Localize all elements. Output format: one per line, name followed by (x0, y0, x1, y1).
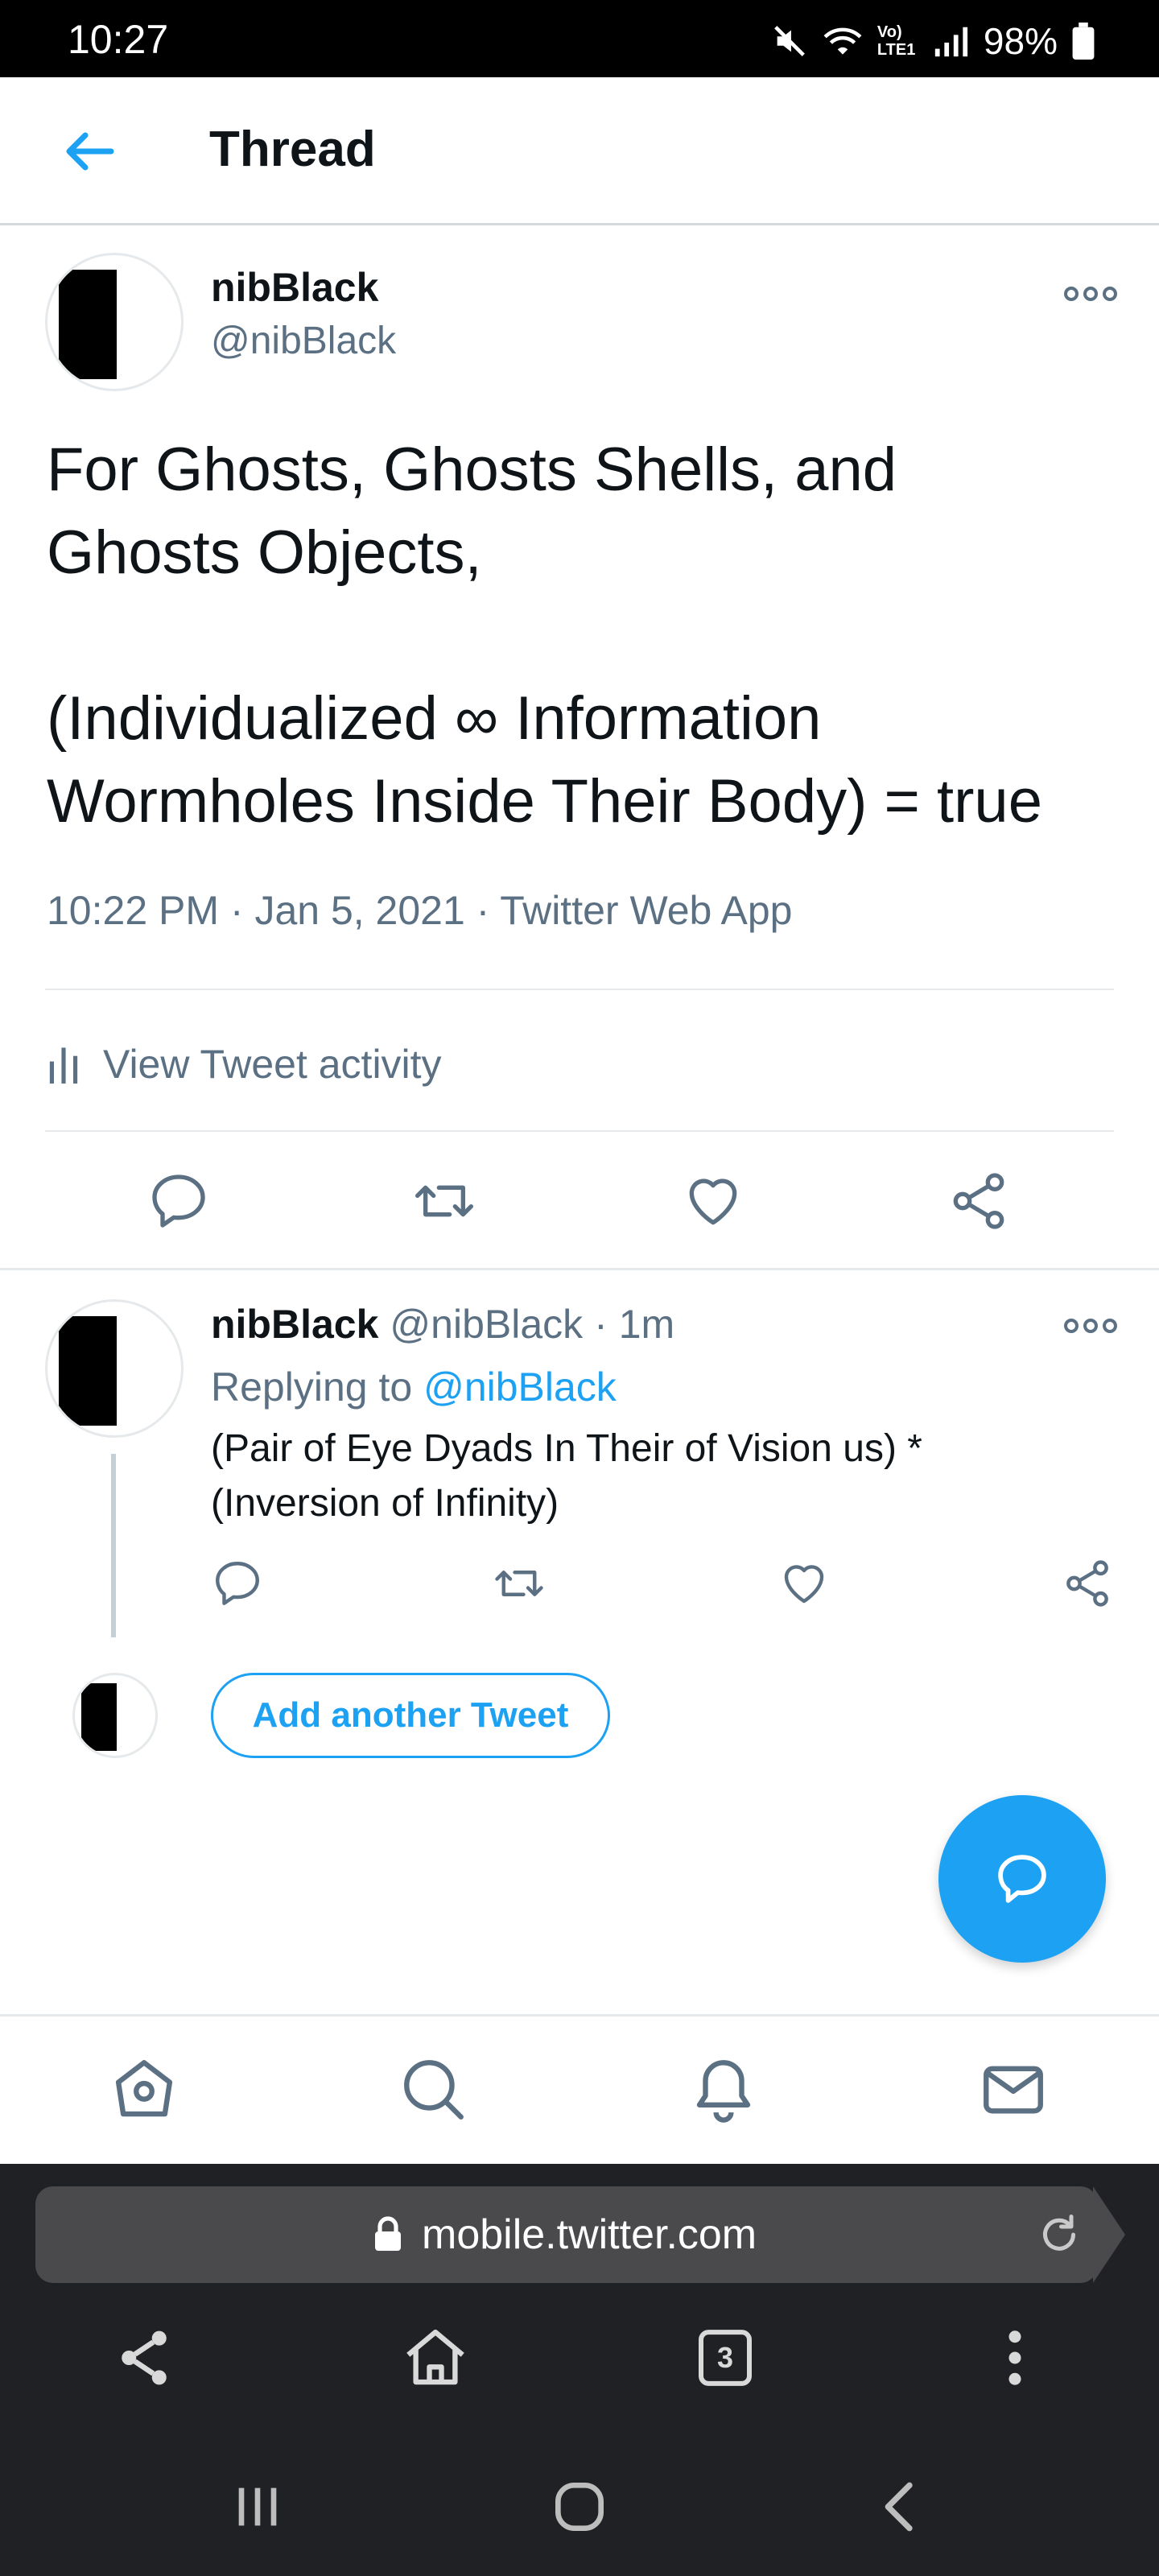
reply-header: nibBlack @nibBlack · 1m (211, 1301, 674, 1348)
tweet-meta: 10:22 PM · Jan 5, 2021 · Twitter Web App (47, 888, 793, 933)
share-icon[interactable] (947, 1169, 1011, 1233)
tab-count: 3 (716, 2341, 734, 2374)
system-navigation (0, 2439, 1159, 2576)
activity-label: View Tweet activity (103, 1042, 442, 1087)
battery-icon (1072, 23, 1095, 60)
browser-toolbar: mobile.twitter.com 3 (0, 2164, 1159, 2439)
tweet-text: For Ghosts, Ghosts Shells, and Ghosts Ob… (47, 436, 1042, 836)
status-bar: 10:27 Vo) LTE1 98% (0, 0, 1159, 77)
view-activity-link[interactable]: View Tweet activity (47, 1032, 442, 1096)
retweet-icon[interactable] (412, 1169, 476, 1233)
divider (45, 989, 1114, 990)
browser-home-icon[interactable] (399, 2322, 472, 2394)
lock-icon (375, 2216, 401, 2251)
search-icon[interactable] (398, 2054, 470, 2126)
address-bar-tail (1093, 2186, 1125, 2283)
share-icon[interactable] (108, 2322, 180, 2394)
home-icon[interactable] (108, 2054, 180, 2126)
reply-age: · 1m (594, 1302, 675, 1347)
reply-icon[interactable] (146, 1169, 211, 1233)
wifi-icon (823, 27, 862, 55)
compose-avatar (72, 1673, 158, 1758)
thread-line (111, 1454, 116, 1637)
reply-icon[interactable] (211, 1557, 264, 1610)
tabs-button[interactable]: 3 (689, 2322, 761, 2394)
notifications-icon[interactable] (687, 2054, 760, 2126)
replying-to-link[interactable]: @nibBlack (423, 1364, 617, 1410)
compose-icon (998, 1855, 1046, 1903)
mute-icon (774, 26, 805, 56)
replying-label: Replying to (211, 1364, 413, 1410)
retweet-icon[interactable] (493, 1557, 546, 1610)
more-icon[interactable] (1062, 1314, 1119, 1338)
recent-apps-icon[interactable] (225, 2475, 290, 2539)
avatar-shape (81, 1683, 117, 1751)
menu-kebab-icon[interactable] (979, 2322, 1051, 2394)
replying-to: Replying to @nibBlack (211, 1364, 617, 1410)
analytics-icon (49, 1047, 78, 1084)
avatar-shape (59, 1316, 117, 1426)
bottom-navigation (0, 2014, 1159, 2164)
back-arrow-icon[interactable] (56, 119, 121, 184)
avatar-shape (59, 270, 117, 379)
avatar[interactable] (45, 253, 184, 391)
share-icon[interactable] (1061, 1557, 1114, 1610)
like-icon[interactable] (777, 1557, 831, 1610)
reload-icon[interactable] (1035, 2211, 1083, 2259)
author-name[interactable]: nibBlack (211, 264, 378, 311)
reply-avatar[interactable] (45, 1299, 184, 1438)
home-button-icon[interactable] (547, 2475, 612, 2539)
reply-text: (Pair of Eye Dyads In Their of Vision us… (211, 1427, 922, 1525)
signal-icon (934, 27, 968, 57)
compose-button[interactable] (938, 1795, 1106, 1963)
page-title: Thread (209, 122, 376, 177)
status-time: 10:27 (68, 17, 169, 62)
reply-author-handle[interactable]: @nibBlack (390, 1301, 583, 1348)
author-handle[interactable]: @nibBlack (211, 319, 396, 363)
more-icon[interactable] (1062, 282, 1119, 306)
url-text[interactable]: mobile.twitter.com (422, 2186, 757, 2283)
divider (45, 1130, 1114, 1132)
battery-percent: 98% (983, 20, 1058, 62)
thread-header: Thread (0, 77, 1159, 225)
reply-author-name[interactable]: nibBlack (211, 1301, 378, 1348)
add-another-tweet-button[interactable]: Add another Tweet (211, 1673, 610, 1758)
messages-icon[interactable] (977, 2054, 1050, 2126)
network-label: Vo) LTE1 (876, 23, 916, 59)
status-icons: Vo) LTE1 98% (771, 23, 1095, 60)
like-icon[interactable] (681, 1169, 745, 1233)
back-button-icon[interactable] (869, 2475, 934, 2539)
main-tweet: nibBlack @nibBlack For Ghosts, Ghosts Sh… (0, 227, 1159, 1270)
